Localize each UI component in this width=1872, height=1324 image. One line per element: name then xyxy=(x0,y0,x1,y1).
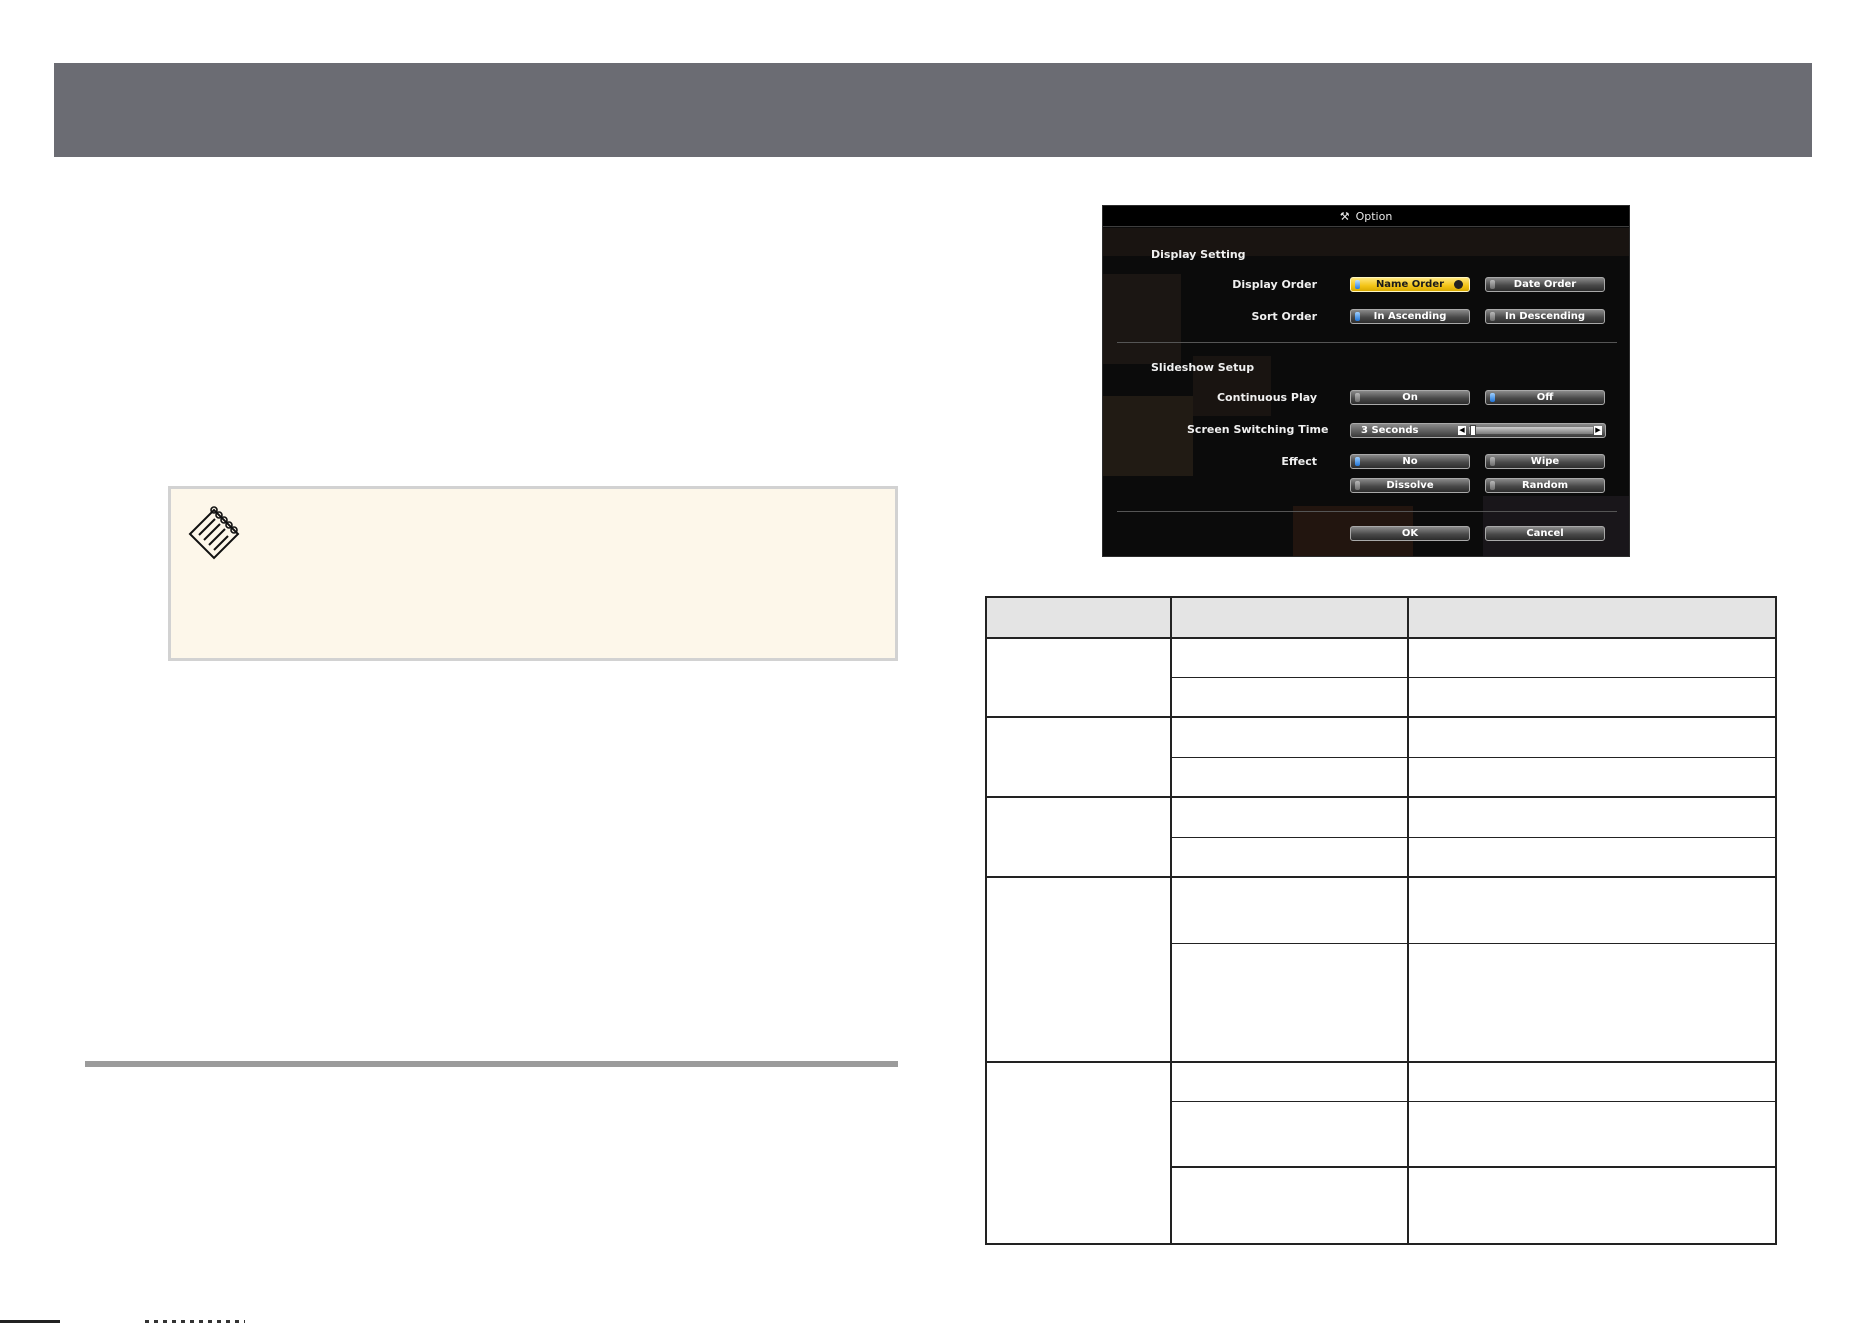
slider-track xyxy=(1469,427,1593,434)
arrow-right-icon[interactable]: ▶ xyxy=(1594,426,1602,435)
random-label: Random xyxy=(1521,480,1568,491)
screen-switching-time-label: Screen Switching Time xyxy=(1187,423,1329,436)
arrow-left-icon[interactable]: ◀ xyxy=(1458,426,1466,435)
in-ascending-button[interactable]: In Ascending xyxy=(1350,309,1470,324)
footer-mark xyxy=(145,1320,245,1323)
footer-mark xyxy=(0,1320,60,1323)
table-row-divider xyxy=(987,876,1775,878)
toggle-on-icon xyxy=(1490,393,1495,402)
wipe-label: Wipe xyxy=(1530,456,1560,467)
table-row-divider xyxy=(987,796,1775,798)
in-descending-label: In Descending xyxy=(1504,311,1586,322)
cancel-label: Cancel xyxy=(1526,528,1564,539)
continuous-play-label: Continuous Play xyxy=(1216,391,1317,404)
dissolve-label: Dissolve xyxy=(1386,480,1434,491)
toggle-off-icon xyxy=(1490,457,1495,466)
column-divider xyxy=(1407,598,1409,1243)
screen-switching-time-value: 3 Seconds xyxy=(1361,425,1419,436)
effect-random-button[interactable]: Random xyxy=(1485,478,1605,493)
sort-order-label: Sort Order xyxy=(1251,310,1317,323)
on-label: On xyxy=(1402,392,1418,403)
ok-label: OK xyxy=(1401,528,1419,539)
toggle-off-icon xyxy=(1490,280,1495,289)
no-label: No xyxy=(1402,456,1418,467)
continuous-play-off-button[interactable]: Off xyxy=(1485,390,1605,405)
effect-label: Effect xyxy=(1281,455,1317,468)
screen-switching-time-slider[interactable]: 3 Seconds ◀ ▶ xyxy=(1350,423,1606,438)
table-row-divider xyxy=(1172,677,1775,678)
note-box xyxy=(168,486,898,661)
tools-icon: ⚒ xyxy=(1339,209,1350,223)
slideshow-setup-heading: Slideshow Setup xyxy=(1151,361,1255,374)
in-descending-button[interactable]: In Descending xyxy=(1485,309,1605,324)
dialog-separator xyxy=(1117,342,1617,343)
display-order-label: Display Order xyxy=(1232,278,1317,291)
slider-thumb[interactable] xyxy=(1470,425,1476,436)
toggle-on-icon xyxy=(1355,280,1360,289)
effect-no-button[interactable]: No xyxy=(1350,454,1470,469)
enter-icon xyxy=(1454,280,1463,289)
table-row-divider xyxy=(1172,757,1775,758)
dialog-titlebar: ⚒ Option xyxy=(1103,206,1629,227)
toggle-off-icon xyxy=(1490,481,1495,490)
date-order-label: Date Order xyxy=(1513,279,1577,290)
dialog-separator xyxy=(1117,511,1617,512)
continuous-play-on-button[interactable]: On xyxy=(1350,390,1470,405)
toggle-off-icon xyxy=(1355,481,1360,490)
toggle-on-icon xyxy=(1355,312,1360,321)
header-bar xyxy=(54,63,1812,157)
effect-wipe-button[interactable]: Wipe xyxy=(1485,454,1605,469)
table-row-divider xyxy=(1172,1166,1775,1168)
name-order-button[interactable]: Name Order xyxy=(1350,277,1470,292)
note-pad-icon xyxy=(188,506,240,560)
table-row-divider xyxy=(987,716,1775,718)
off-label: Off xyxy=(1536,392,1554,403)
section-divider xyxy=(85,1061,898,1067)
table-header-row xyxy=(987,598,1775,639)
settings-table xyxy=(985,596,1777,1245)
toggle-off-icon xyxy=(1490,312,1495,321)
toggle-off-icon xyxy=(1355,393,1360,402)
column-divider xyxy=(1170,598,1172,1243)
table-row-divider xyxy=(987,1061,1775,1063)
display-setting-heading: Display Setting xyxy=(1151,248,1246,261)
in-ascending-label: In Ascending xyxy=(1373,311,1447,322)
cancel-button[interactable]: Cancel xyxy=(1485,526,1605,541)
option-dialog: ⚒ Option Display Setting Display Order N… xyxy=(1102,205,1630,557)
table-row-divider xyxy=(1172,1101,1775,1102)
name-order-label: Name Order xyxy=(1375,279,1445,290)
table-row-divider xyxy=(1172,837,1775,838)
date-order-button[interactable]: Date Order xyxy=(1485,277,1605,292)
effect-dissolve-button[interactable]: Dissolve xyxy=(1350,478,1470,493)
toggle-on-icon xyxy=(1355,457,1360,466)
ok-button[interactable]: OK xyxy=(1350,526,1470,541)
dialog-title: Option xyxy=(1355,209,1393,223)
table-row-divider xyxy=(1172,943,1775,944)
